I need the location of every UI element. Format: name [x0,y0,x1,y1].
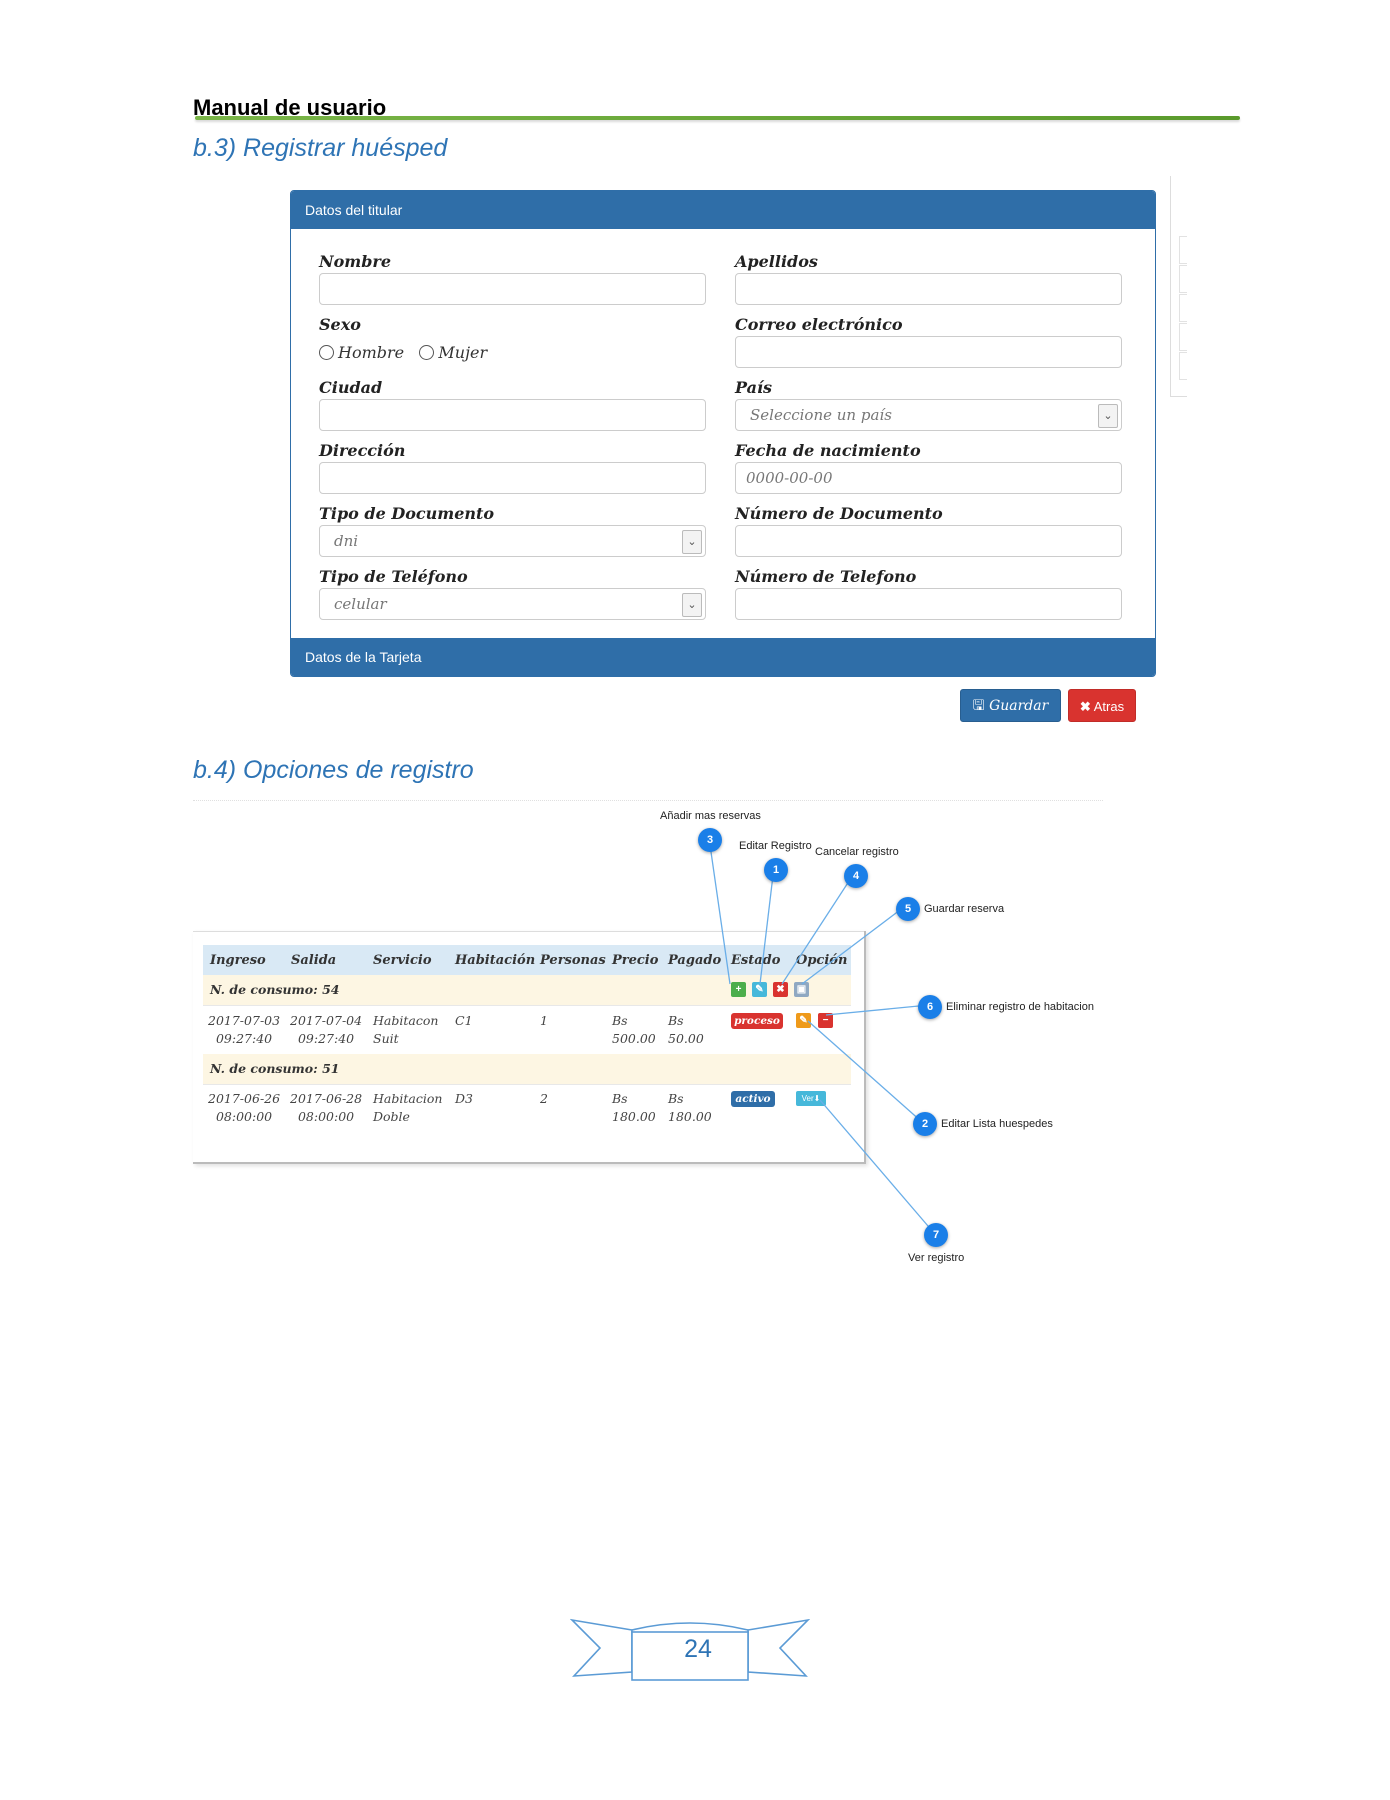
callout-dot: 5 [896,897,920,921]
callout-label: Cancelar registro [815,846,899,858]
callout-label: Añadir mas reservas [660,810,761,822]
callout-leader-lines [708,837,935,1234]
callout-label: Guardar reserva [924,903,1005,915]
callout-dot: 7 [924,1223,948,1247]
callout-dot: 6 [918,995,942,1019]
page-number: 24 [684,1635,712,1663]
callout-label: Editar Lista huespedes [941,1118,1053,1130]
callout-dot: 4 [844,864,868,888]
callout-dot: 2 [913,1112,937,1136]
callout-label: Editar Registro [739,840,812,852]
callout-dot: 1 [764,858,788,882]
callout-dot: 3 [698,828,722,852]
callout-label: Ver registro [908,1252,965,1264]
callout-label: Eliminar registro de habitacion [946,1001,1094,1013]
